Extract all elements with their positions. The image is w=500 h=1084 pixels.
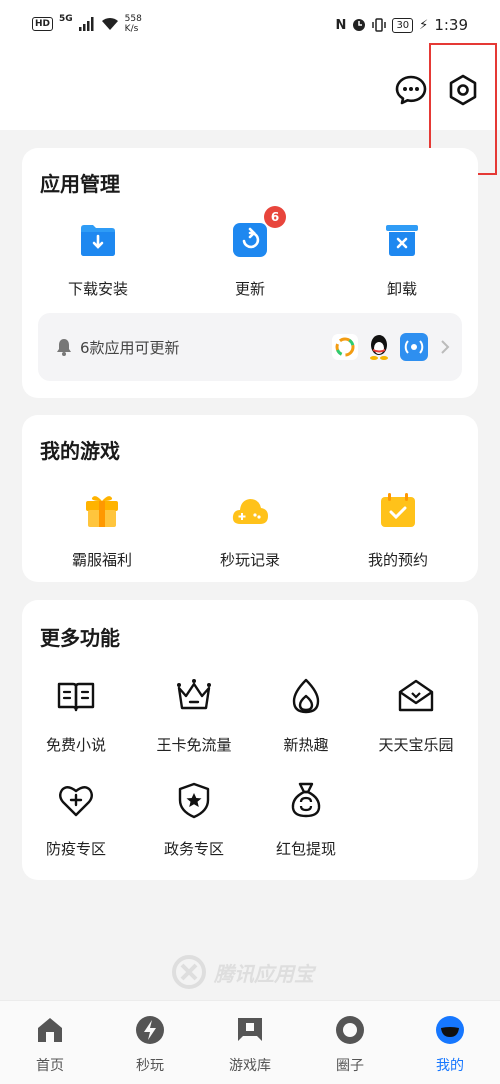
wang-card-free-data-item[interactable]: 王卡免流量 [134, 676, 254, 755]
status-time: 1:39 [434, 16, 468, 34]
epidemic-zone-label: 防疫专区 [45, 840, 106, 858]
nav-home-label: 首页 [36, 1058, 64, 1074]
nav-mine-label: 我的 [436, 1058, 464, 1074]
government-zone-label: 政务专区 [163, 840, 224, 858]
hd-indicator: HD [32, 17, 54, 31]
network-speed-value: 558 [124, 14, 142, 24]
epidemic-zone-item[interactable]: 防疫专区 [16, 780, 136, 859]
mine-profile-icon [436, 1016, 464, 1044]
app-thumbnail-1-icon [332, 334, 358, 360]
nav-instant-play[interactable]: 秒玩 [110, 1015, 190, 1075]
instant-play-record-label: 秒玩记录 [219, 551, 280, 569]
home-icon [38, 1018, 62, 1042]
nav-home[interactable]: 首页 [10, 1015, 90, 1075]
lightning-icon [136, 1016, 164, 1044]
message-button[interactable] [391, 70, 431, 110]
download-install-label: 下载安装 [67, 280, 128, 298]
vibrate-icon [372, 18, 387, 32]
cloud-game-icon [232, 499, 268, 524]
more-features-card: 更多功能 免费小说 王卡免流量 新热趣 天天宝乐园 防疫专区 政务专区 红包提现 [22, 600, 478, 880]
tiantian-bao-park-label: 天天宝乐园 [378, 736, 454, 754]
nav-circle[interactable]: 圈子 [310, 1015, 390, 1075]
game-library-icon [238, 1018, 262, 1041]
my-games-title: 我的游戏 [40, 439, 120, 463]
nav-circle-label: 圈子 [336, 1058, 364, 1074]
tencent-app-store-watermark: 腾讯应用宝 [172, 955, 314, 989]
red-packet-withdraw-item[interactable]: 红包提现 [246, 780, 366, 859]
bottom-navigation: 首页 秒玩 游戏库 圈子 我的 [0, 1000, 500, 1084]
battery-level: 30 [392, 17, 414, 33]
envelope-house-icon [398, 679, 434, 712]
uninstall-label: 卸载 [386, 280, 417, 298]
app-store-logo-icon [172, 955, 206, 989]
signal-label: 5G [59, 14, 73, 24]
money-bag-icon [291, 782, 321, 818]
alarm-icon [353, 19, 366, 31]
government-zone-item[interactable]: 政务专区 [134, 780, 254, 859]
app-management-title: 应用管理 [40, 172, 120, 196]
my-reservation-label: 我的预约 [367, 551, 428, 569]
wang-card-free-data-label: 王卡免流量 [156, 736, 232, 754]
charging-icon: ⚡ [419, 17, 429, 33]
update-banner[interactable]: 6款应用可更新 [38, 313, 462, 381]
wifi-icon [101, 17, 118, 30]
update-item[interactable]: 6 更新 [190, 206, 310, 299]
nav-game-library-label: 游戏库 [229, 1058, 271, 1074]
book-icon [57, 682, 95, 712]
chevron-right-icon [441, 340, 450, 354]
ba-fu-welfare-item[interactable]: 霸服福利 [42, 491, 162, 570]
bell-icon [57, 339, 71, 356]
instant-play-record-item[interactable]: 秒玩记录 [190, 491, 310, 570]
flame-icon [292, 678, 320, 714]
my-games-card: 我的游戏 霸服福利 秒玩记录 我的预约 [22, 415, 478, 582]
red-packet-withdraw-label: 红包提现 [275, 840, 336, 858]
nav-instant-play-label: 秒玩 [136, 1058, 164, 1074]
update-count-badge: 6 [264, 206, 286, 228]
nfc-icon: N [335, 17, 347, 33]
app-thumbnail-3-icon [400, 333, 428, 361]
watermark-text: 腾讯应用宝 [214, 961, 314, 986]
circle-community-icon [336, 1016, 364, 1044]
status-bar: HD 5G 558 K/s N 30 ⚡ 1:39 [0, 0, 500, 56]
more-features-title: 更多功能 [40, 626, 120, 650]
ba-fu-welfare-label: 霸服福利 [71, 551, 132, 569]
network-speed-unit: K/s [124, 24, 139, 34]
my-reservation-item[interactable]: 我的预约 [338, 491, 458, 570]
shield-star-icon [178, 782, 210, 819]
nav-mine[interactable]: 我的 [410, 1015, 490, 1075]
crown-icon [177, 679, 211, 710]
new-hot-fun-label: 新热趣 [283, 736, 329, 754]
update-icon [233, 223, 267, 257]
tiantian-bao-park-item[interactable]: 天天宝乐园 [356, 676, 476, 755]
download-install-item[interactable]: 下载安装 [38, 220, 158, 299]
nav-game-library[interactable]: 游戏库 [210, 1015, 290, 1075]
calendar-check-icon [381, 493, 415, 527]
heart-plus-icon [59, 786, 93, 817]
download-folder-icon [81, 225, 115, 256]
gift-icon [86, 496, 118, 527]
qq-penguin-icon [370, 335, 388, 360]
signal-icon [78, 17, 94, 31]
free-novel-label: 免费小说 [45, 736, 106, 754]
uninstall-trash-icon [386, 225, 418, 256]
update-label: 更新 [234, 280, 265, 298]
update-banner-text: 6款应用可更新 [80, 339, 180, 357]
message-icon [395, 75, 427, 105]
free-novel-item[interactable]: 免费小说 [16, 676, 136, 755]
app-management-card: 应用管理 下载安装 6 更新 卸载 6款应用可更新 [22, 148, 478, 398]
uninstall-item[interactable]: 卸载 [342, 220, 462, 299]
new-hot-fun-item[interactable]: 新热趣 [246, 676, 366, 755]
